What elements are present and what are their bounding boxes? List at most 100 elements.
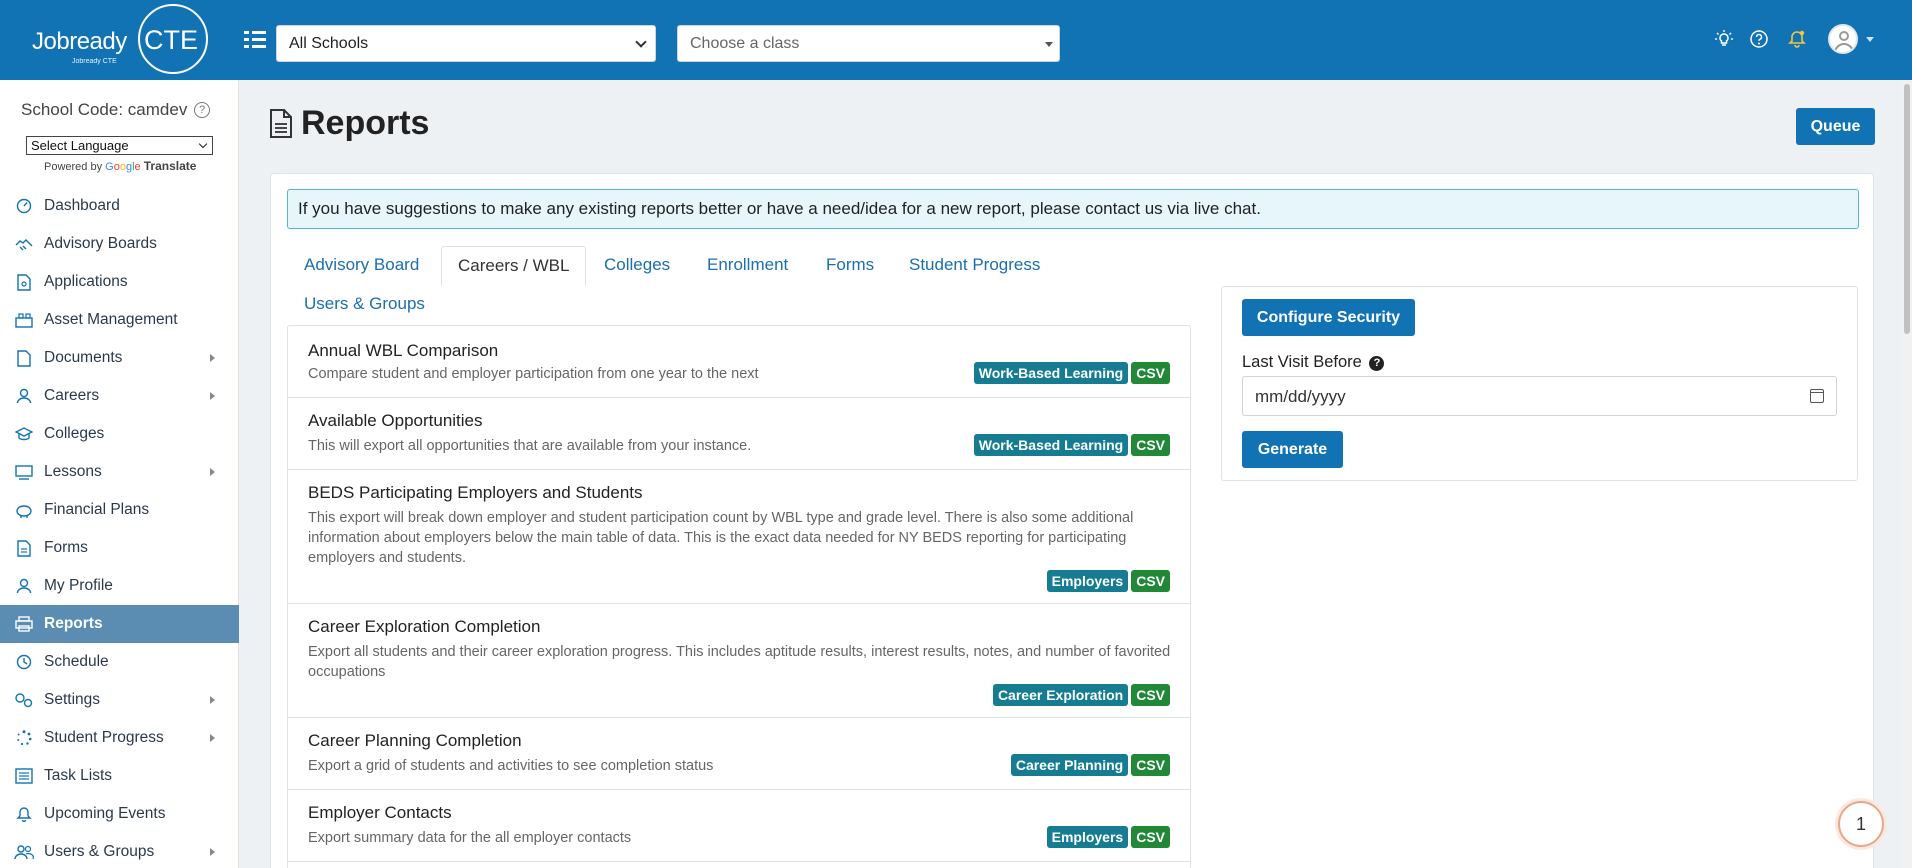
- sidebar-item-student-progress[interactable]: Student Progress: [0, 719, 239, 757]
- generate-button[interactable]: Generate: [1242, 431, 1343, 468]
- sidebar-item-careers[interactable]: Careers: [0, 377, 239, 415]
- document-icon: [270, 109, 292, 138]
- chevron-down-icon: [635, 36, 647, 48]
- report-row[interactable]: Available Opportunities This will export…: [288, 398, 1190, 470]
- page-scrollbar[interactable]: [1902, 80, 1912, 868]
- report-row[interactable]: Career Planning Completion Export a grid…: [288, 718, 1190, 790]
- sidebar-item-label: Advisory Boards: [44, 235, 157, 252]
- report-list: Annual WBL Comparison Compare student an…: [287, 325, 1191, 868]
- sidebar-item-reports[interactable]: Reports: [0, 605, 239, 643]
- bell-icon[interactable]: [1787, 29, 1807, 49]
- chevron-right-icon: [210, 696, 215, 704]
- lightbulb-icon[interactable]: [1714, 29, 1734, 49]
- category-badge: Work-Based Learning: [973, 362, 1129, 384]
- last-visit-date-input[interactable]: mm/dd/yyyy: [1242, 376, 1837, 416]
- sidebar-item-colleges[interactable]: Colleges: [0, 415, 239, 453]
- user-icon: [14, 577, 34, 595]
- report-badges: Career Exploration CSV: [992, 684, 1170, 706]
- language-select-value: Select Language: [31, 138, 129, 153]
- csv-badge: CSV: [1131, 362, 1170, 384]
- report-row[interactable]: Annual WBL Comparison Compare student an…: [288, 326, 1190, 398]
- report-title[interactable]: BEDS Participating Employers and Student…: [308, 483, 643, 503]
- sidebar-item-label: Settings: [44, 691, 101, 708]
- printer-icon: [14, 615, 34, 633]
- tab-advisory-board[interactable]: Advisory Board: [304, 255, 419, 275]
- report-row[interactable]: BEDS Participating Employers and Student…: [288, 470, 1190, 604]
- class-select[interactable]: Choose a class: [677, 25, 1060, 62]
- handshake-icon: [14, 235, 34, 253]
- report-badges: Employers CSV: [1046, 826, 1170, 848]
- sidebar-item-applications[interactable]: Applications: [0, 263, 239, 301]
- configure-security-button[interactable]: Configure Security: [1242, 299, 1415, 336]
- csv-badge: CSV: [1131, 826, 1170, 848]
- report-badges: Work-Based Learning CSV: [973, 434, 1170, 456]
- calendar-icon[interactable]: [1810, 389, 1824, 403]
- tab-users-groups[interactable]: Users & Groups: [304, 294, 425, 314]
- sidebar-item-label: Colleges: [44, 425, 105, 442]
- sidebar-item-task-lists[interactable]: Task Lists: [0, 757, 239, 795]
- report-title[interactable]: Career Exploration Completion: [308, 617, 540, 637]
- file-icon: [14, 273, 34, 291]
- logo-subtext: Jobready CTE: [72, 58, 117, 65]
- sidebar-item-users-groups[interactable]: Users & Groups: [0, 833, 239, 868]
- top-bar: Jobready CTE Jobready CTE All Schools Ch…: [0, 0, 1912, 80]
- school-select[interactable]: All Schools: [276, 25, 656, 62]
- language-select[interactable]: Select Language: [26, 136, 213, 155]
- sidebar-item-asset-management[interactable]: Asset Management: [0, 301, 239, 339]
- last-visit-label-text: Last Visit Before: [1242, 353, 1362, 371]
- sidebar-item-documents[interactable]: Documents: [0, 339, 239, 377]
- category-badge: Work-Based Learning: [973, 434, 1129, 456]
- csv-badge: CSV: [1131, 754, 1170, 776]
- chevron-right-icon: [210, 354, 215, 362]
- help-icon[interactable]: [1749, 29, 1769, 49]
- sidebar-item-label: Reports: [44, 615, 103, 632]
- school-code: School Code: camdev ?: [21, 100, 211, 120]
- category-badge: Career Exploration: [992, 684, 1129, 706]
- form-icon: [14, 539, 34, 557]
- sidebar-item-dashboard[interactable]: Dashboard: [0, 187, 239, 225]
- tab-student-progress[interactable]: Student Progress: [909, 255, 1040, 275]
- report-title[interactable]: Employer Contacts: [308, 803, 452, 823]
- sidebar-item-advisory-boards[interactable]: Advisory Boards: [0, 225, 239, 263]
- clock-icon: [14, 653, 34, 671]
- tab-careers-wbl[interactable]: Careers / WBL: [441, 246, 587, 286]
- scrollbar-thumb[interactable]: [1904, 84, 1910, 334]
- sidebar-item-schedule[interactable]: Schedule: [0, 643, 239, 681]
- question-circle-icon[interactable]: ?: [1369, 356, 1385, 371]
- person-icon: [14, 387, 34, 405]
- avatar-caret-icon[interactable]: [1866, 37, 1874, 42]
- user-avatar[interactable]: [1828, 24, 1858, 54]
- gears-icon: [14, 691, 34, 709]
- tab-enrollment[interactable]: Enrollment: [707, 255, 788, 275]
- sidebar-item-settings[interactable]: Settings: [0, 681, 239, 719]
- sidebar-item-label: Financial Plans: [44, 501, 150, 518]
- question-circle-icon[interactable]: ?: [194, 102, 211, 118]
- sidebar-item-lessons[interactable]: Lessons: [0, 453, 239, 491]
- school-select-value: All Schools: [289, 35, 369, 52]
- sidebar-item-financial-plans[interactable]: Financial Plans: [0, 491, 239, 529]
- report-title[interactable]: Career Planning Completion: [308, 731, 522, 751]
- tab-forms[interactable]: Forms: [826, 255, 874, 275]
- sidebar-item-upcoming-events[interactable]: Upcoming Events: [0, 795, 239, 833]
- jobready-logo[interactable]: Jobready CTE Jobready CTE: [30, 4, 210, 76]
- menu-toggle-icon[interactable]: [244, 30, 266, 50]
- queue-button[interactable]: Queue: [1796, 108, 1875, 145]
- report-title[interactable]: Available Opportunities: [308, 411, 483, 431]
- translate-link[interactable]: Translate: [144, 159, 197, 173]
- report-row[interactable]: Career Exploration Completion Export all…: [288, 604, 1190, 718]
- users-icon: [14, 843, 34, 861]
- sidebar-item-label: Dashboard: [44, 197, 120, 214]
- report-row[interactable]: Employer Contacts Export summary data fo…: [288, 790, 1190, 862]
- page-title: Reports: [269, 104, 429, 143]
- report-title[interactable]: Annual WBL Comparison: [308, 341, 498, 361]
- sidebar-item-label: Applications: [44, 273, 128, 290]
- date-placeholder: mm/dd/yyyy: [1255, 387, 1346, 406]
- tab-colleges[interactable]: Colleges: [604, 255, 670, 275]
- sidebar-item-forms[interactable]: Forms: [0, 529, 239, 567]
- page-title-text: Reports: [301, 104, 430, 142]
- class-select-placeholder: Choose a class: [690, 35, 800, 52]
- chat-bubble[interactable]: 1: [1838, 801, 1884, 847]
- sidebar-item-my-profile[interactable]: My Profile: [0, 567, 239, 605]
- sidebar-item-label: Documents: [44, 349, 123, 366]
- powered-by-text: Powered by: [44, 161, 103, 173]
